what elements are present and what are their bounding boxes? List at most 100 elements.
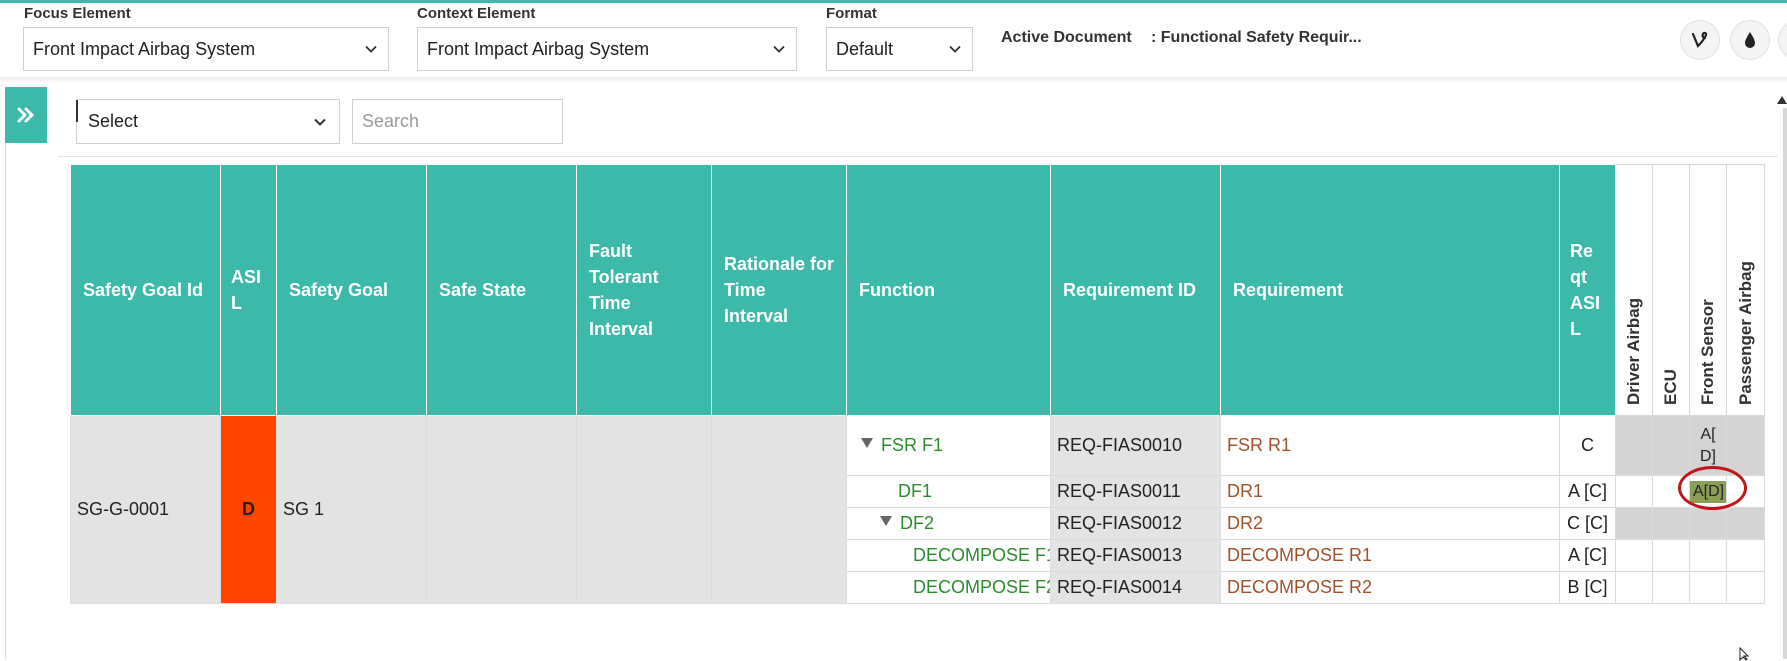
col-safety-goal-id[interactable]: Safety Goal Id xyxy=(70,164,221,416)
alloc-driver-airbag-cell[interactable] xyxy=(1615,571,1653,604)
requirement-link[interactable]: DECOMPOSE R2 xyxy=(1227,577,1372,597)
requirement-link[interactable]: DR1 xyxy=(1227,481,1263,501)
search-input[interactable] xyxy=(352,99,563,144)
alloc-ecu-cell[interactable] xyxy=(1652,475,1690,508)
focus-element-label: Focus Element xyxy=(24,5,131,22)
alloc-ecu-cell[interactable] xyxy=(1652,507,1690,540)
col-safe-state[interactable]: Safe State xyxy=(426,164,577,416)
collapse-triangle-icon[interactable] xyxy=(861,438,873,448)
alloc-value: A[D] xyxy=(1690,481,1726,503)
scroll-up-arrow[interactable] xyxy=(1777,96,1787,104)
safe-state-cell[interactable] xyxy=(426,415,577,604)
safety-goal-cell[interactable]: SG 1 xyxy=(276,415,427,604)
requirement-id-cell: REQ-FIAS0013 xyxy=(1050,539,1221,572)
alloc-front-sensor-cell[interactable] xyxy=(1689,571,1727,604)
requirement-cell[interactable]: FSR R1 xyxy=(1220,415,1560,476)
requirement-link[interactable]: DR2 xyxy=(1227,513,1263,533)
top-accent-line xyxy=(0,0,1787,3)
safety-goal-id-cell[interactable]: SG-G-0001 xyxy=(70,415,221,604)
col-fault-tolerant-time-interval[interactable]: Fault Tolerant Time Interval xyxy=(576,164,712,416)
table-header-row: Safety Goal Id ASI L Safety Goal Safe St… xyxy=(70,164,1765,416)
vine-button[interactable] xyxy=(1680,20,1720,60)
col-front-sensor[interactable]: Front Sensor xyxy=(1689,164,1727,416)
filter-select[interactable]: Select xyxy=(76,99,340,144)
col-req-asil[interactable]: Re qt ASI L xyxy=(1559,164,1616,416)
col-requirement[interactable]: Requirement xyxy=(1220,164,1560,416)
alloc-driver-airbag-cell[interactable] xyxy=(1615,475,1653,508)
requirement-cell[interactable]: DR1 xyxy=(1220,475,1560,508)
filter-select-value: Select xyxy=(88,111,139,131)
col-safety-goal[interactable]: Safety Goal xyxy=(276,164,427,416)
vertical-scrollbar[interactable] xyxy=(1783,108,1787,659)
rationale-cell[interactable] xyxy=(711,415,847,604)
alloc-front-sensor-cell[interactable] xyxy=(1689,539,1727,572)
alloc-driver-airbag-cell[interactable] xyxy=(1615,415,1653,476)
alloc-front-sensor-cell[interactable]: A[D] xyxy=(1689,475,1727,508)
function-link[interactable]: FSR F1 xyxy=(881,435,943,455)
function-cell[interactable]: DECOMPOSE F1 xyxy=(846,539,1051,572)
text-cursor xyxy=(76,100,78,122)
active-document-label: Active Document xyxy=(1001,29,1132,46)
col-front-sensor-label: Front Sensor xyxy=(1698,299,1717,405)
requirement-cell[interactable]: DECOMPOSE R1 xyxy=(1220,539,1560,572)
drop-button[interactable] xyxy=(1730,20,1770,60)
double-chevron-right-icon xyxy=(17,107,34,123)
col-function[interactable]: Function xyxy=(846,164,1051,416)
requirement-link[interactable]: FSR R1 xyxy=(1227,435,1291,455)
chevron-down-icon xyxy=(365,45,377,53)
alloc-passenger-airbag-cell[interactable] xyxy=(1726,539,1765,572)
alloc-front-sensor-cell[interactable]: A[ D] xyxy=(1689,415,1727,476)
req-asil-cell: A [C] xyxy=(1559,539,1616,572)
alloc-ecu-cell[interactable] xyxy=(1652,415,1690,476)
requirement-cell[interactable]: DECOMPOSE R2 xyxy=(1220,571,1560,604)
col-passenger-airbag-label: Passenger Airbag xyxy=(1735,261,1755,405)
format-label: Format xyxy=(826,5,877,22)
function-link[interactable]: DF2 xyxy=(900,513,934,533)
chevron-down-icon xyxy=(773,45,785,53)
context-element-select[interactable]: Front Impact Airbag System xyxy=(417,27,797,71)
col-ecu-label: ECU xyxy=(1661,369,1680,405)
requirement-link[interactable]: DECOMPOSE R1 xyxy=(1227,545,1372,565)
context-element-label: Context Element xyxy=(417,5,536,22)
alloc-ecu-cell[interactable] xyxy=(1652,539,1690,572)
focus-element-value: Front Impact Airbag System xyxy=(33,38,256,59)
requirement-id-cell: REQ-FIAS0014 xyxy=(1050,571,1221,604)
alloc-ecu-cell[interactable] xyxy=(1652,571,1690,604)
alloc-front-sensor-cell[interactable] xyxy=(1689,507,1727,540)
col-driver-airbag[interactable]: Driver Airbag xyxy=(1615,164,1653,416)
col-rationale[interactable]: Rationale for Time Interval xyxy=(711,164,847,416)
sidebar-toggle-button[interactable] xyxy=(5,87,47,143)
alloc-driver-airbag-cell[interactable] xyxy=(1615,507,1653,540)
header-divider xyxy=(0,77,1787,83)
function-link[interactable]: DECOMPOSE F1 xyxy=(913,545,1050,565)
function-cell[interactable]: FSR F1 xyxy=(846,415,1051,476)
function-cell[interactable]: DF1 xyxy=(846,475,1051,508)
col-asil[interactable]: ASI L xyxy=(220,164,277,416)
format-select[interactable]: Default xyxy=(826,27,973,71)
drop-icon xyxy=(1745,32,1755,48)
alloc-passenger-airbag-cell[interactable] xyxy=(1726,475,1765,508)
fti-cell[interactable] xyxy=(576,415,712,604)
chevron-down-icon xyxy=(314,118,326,126)
col-requirement-id[interactable]: Requirement ID xyxy=(1050,164,1221,416)
alloc-driver-airbag-cell[interactable] xyxy=(1615,539,1653,572)
alloc-passenger-airbag-cell[interactable] xyxy=(1726,507,1765,540)
alloc-passenger-airbag-cell[interactable] xyxy=(1726,571,1765,604)
function-cell[interactable]: DF2 xyxy=(846,507,1051,540)
req-asil-cell: C xyxy=(1559,415,1616,476)
col-passenger-airbag[interactable]: Passenger Airbag xyxy=(1726,164,1765,416)
requirement-id-cell: REQ-FIAS0011 xyxy=(1050,475,1221,508)
safety-goal-asil-cell[interactable]: D xyxy=(220,415,277,604)
col-ecu[interactable]: ECU xyxy=(1652,164,1690,416)
more-button[interactable] xyxy=(1778,20,1787,60)
focus-element-select[interactable]: Front Impact Airbag System xyxy=(23,27,389,71)
col-driver-airbag-label: Driver Airbag xyxy=(1624,297,1643,405)
collapse-triangle-icon[interactable] xyxy=(880,516,892,526)
requirements-table: Safety Goal Id ASI L Safety Goal Safe St… xyxy=(70,164,1765,604)
alloc-passenger-airbag-cell[interactable] xyxy=(1726,415,1765,476)
function-link[interactable]: DECOMPOSE F2 xyxy=(913,577,1050,597)
function-cell[interactable]: DECOMPOSE F2 xyxy=(846,571,1051,604)
requirement-cell[interactable]: DR2 xyxy=(1220,507,1560,540)
requirement-id-cell: REQ-FIAS0012 xyxy=(1050,507,1221,540)
function-link[interactable]: DF1 xyxy=(898,481,932,501)
